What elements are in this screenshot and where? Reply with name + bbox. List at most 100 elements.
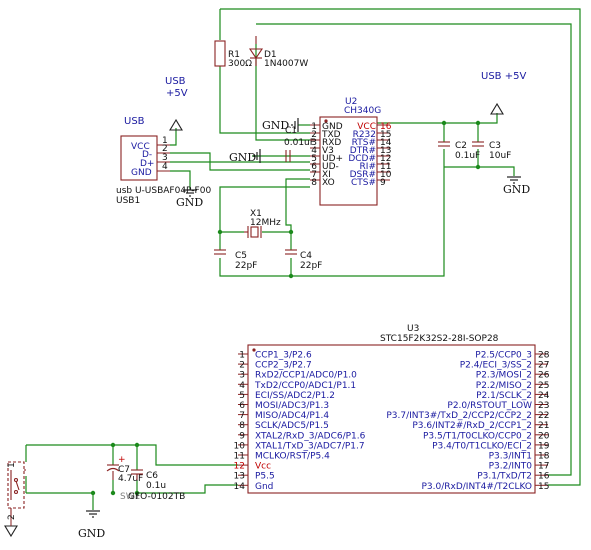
u3-pin-name-19: P3.4/T0/T1CLKO/ECI_2 (432, 441, 532, 451)
x1-val: 12MHz (250, 218, 281, 228)
c3-ref: C3 (489, 141, 501, 151)
u3-pin-name-17: P3.2/INT0 (489, 462, 533, 472)
c6-ref: C6 (146, 471, 158, 481)
u2-right-names: VCC R232 RTS# DTR# DCD# RI# DSR# CTS# (348, 122, 376, 188)
usb-5v-label-left-2: +5V (166, 88, 188, 99)
gnd-label-c1: GND (229, 151, 256, 164)
u3-pin-num-11: 11 (234, 452, 245, 462)
c4-ref: C4 (300, 251, 312, 261)
gnd-label-usb: GND (176, 196, 203, 209)
c5-ref: C5 (235, 251, 247, 261)
u2-pin-num-9: 9 (380, 178, 386, 188)
u3-pin-num-13: 13 (234, 472, 245, 482)
u3-pin-name-13: P5.5 (255, 472, 275, 482)
u3-pin-name-26: P2.3/MOSI_2 (476, 371, 532, 381)
u3-pin-name-23: P2.0/RSTOUT_LOW (447, 401, 532, 411)
c4-val: 22pF (300, 261, 322, 271)
u3-pin-name-18: P3.3/INT1 (489, 452, 532, 462)
c7-val: 4.7uF (118, 474, 143, 484)
sw-part: GFO-0102TB (128, 492, 185, 502)
u3-pin-num-19: 19 (538, 441, 550, 451)
u3-pin-num-10: 10 (234, 441, 246, 451)
c2-capacitor (438, 141, 450, 147)
gnd-label-c2c3: GND (503, 183, 530, 196)
u3-pin-num-20: 20 (538, 431, 550, 441)
u3-pin-name-3: RxD2/CCP1/ADC0/P1.0 (255, 371, 357, 381)
u3-pin-name-20: P3.5/T1/T0CLKO/CCP0_2 (423, 431, 532, 441)
sw1-pin-1: 1 (7, 462, 17, 468)
d1-val: 1N4007W (264, 59, 308, 69)
u2-pin-name-9: CTS# (351, 178, 376, 188)
u3-part: STC15F2K32S2-28I-SOP28 (380, 334, 499, 344)
u3-pin-num-28: 28 (538, 351, 550, 361)
u3-pin-num-12: 12 (234, 462, 245, 472)
usb-5v-label-right: USB +5V (481, 71, 526, 82)
u3-pin-num-4: 4 (239, 381, 245, 391)
c7-polarity-mark: + (118, 455, 126, 465)
u2-pin-name-8: XO (322, 178, 335, 188)
u3-pin-num-17: 17 (538, 462, 549, 472)
u3-ref: U3 (407, 324, 419, 334)
u3-pin-num-26: 26 (538, 371, 550, 381)
u3-pin-name-21: P3.6/INT2#/RxD_2/CCP1_2 (412, 421, 532, 431)
sw1-pin-2: 2 (7, 514, 17, 520)
u3-pin-num-9: 9 (239, 431, 245, 441)
u3-pin-name-4: TxD2/CCP0/ADC1/P1.1 (254, 381, 356, 391)
gnd-label-u3: GND (78, 527, 105, 540)
u3-pin-num-22: 22 (538, 411, 549, 421)
c2-ref: C2 (455, 141, 467, 151)
gnd-symbol-u3 (86, 510, 100, 518)
u3-pin-num-5: 5 (239, 391, 245, 401)
c6-val: 0.1u (146, 481, 166, 491)
u3-pin-name-11: MCLKO/RST/P5.4 (255, 452, 330, 462)
u3-pin-name-27: P2.4/ECI_3/SS_2 (460, 361, 532, 371)
u3-left-pins: CCP1_3/P2.6 1 CCP2_3/P2.7 2 RxD2/CCP1/ADC0/P… (234, 351, 366, 492)
u3-pin-name-16: P3.1/TxD/T2 (477, 472, 532, 482)
u3-pin-num-8: 8 (239, 421, 245, 431)
c2-val: 0.1uF (455, 151, 480, 161)
u3-right-pins: P2.5/CCP0_3 28 P2.4/ECI_3/SS_2 27 P2.3/MOSI_… (386, 351, 549, 492)
usb1-part: usb U-USBAF04P-F00 (116, 186, 211, 196)
u3-pin-num-25: 25 (538, 381, 549, 391)
u3-pin-name-8: SCLK/ADC5/P1.5 (255, 421, 329, 431)
c5-val: 22pF (235, 261, 257, 271)
usb-5v-label-left-1: USB (165, 76, 186, 87)
u3-pin-name-6: MOSI/ADC3/P1.3 (255, 401, 329, 411)
u3-pin-name-24: P2.1/SCLK_2 (476, 391, 532, 401)
u3-pin-num-23: 23 (538, 401, 549, 411)
schematic: USB +5V USB +5V GND GND GND GND GND USB … (4, 8, 581, 540)
u3-pin-name-10: XTAL1/TxD_3/ADC7/P1.7 (255, 441, 365, 451)
u3-pin-name-15: P3.0/RxD/INT4#/T2CLKO (421, 482, 532, 492)
u3-pin-num-14: 14 (234, 482, 246, 492)
u3-pin-name-2: CCP2_3/P2.7 (255, 361, 312, 371)
u3-pin-num-18: 18 (538, 452, 550, 462)
u3-pin-num-1: 1 (239, 351, 245, 361)
u3-pin-num-24: 24 (538, 391, 550, 401)
u3-pin-num-21: 21 (538, 421, 549, 431)
u2-left-nums: 1 2 3 4 5 6 7 8 (311, 122, 317, 188)
usb1-pin-num-4: 4 (162, 162, 168, 172)
c3-capacitor (472, 141, 484, 147)
u2-right-nums: 16 15 14 13 12 11 10 9 (380, 122, 392, 188)
u3-pin-name-7: MISO/ADC4/P1.4 (255, 411, 329, 421)
c3-val: 10uF (489, 151, 511, 161)
u2-pin-num-8: 8 (311, 178, 317, 188)
u3-pin-num-3: 3 (239, 371, 245, 381)
u3-pin-num-7: 7 (239, 411, 245, 421)
usb-5v-symbol-right (490, 102, 504, 115)
u3-pin-num-15: 15 (538, 482, 549, 492)
sw1-switch (7, 461, 26, 518)
usb1-pin-gnd: GND (131, 168, 152, 178)
usb1-ref: USB1 (116, 196, 140, 206)
r1-val: 300Ω (228, 59, 252, 69)
r1-resistor (214, 40, 226, 67)
u3-pin-name-14: Gnd (255, 482, 273, 492)
u3-pin-name-28: P2.5/CCP0_3 (475, 351, 532, 361)
u3-pin-name-12: Vcc (255, 462, 271, 472)
u3-pin-num-27: 27 (538, 361, 549, 371)
u2-left-names: GND TXD RXD V3 UD+ UD- XI XO (321, 122, 343, 188)
usb-title: USB (124, 116, 145, 127)
c4-capacitor (285, 249, 297, 255)
u3-pin-num-2: 2 (239, 361, 245, 371)
wire-u3-vcc (26, 444, 238, 466)
